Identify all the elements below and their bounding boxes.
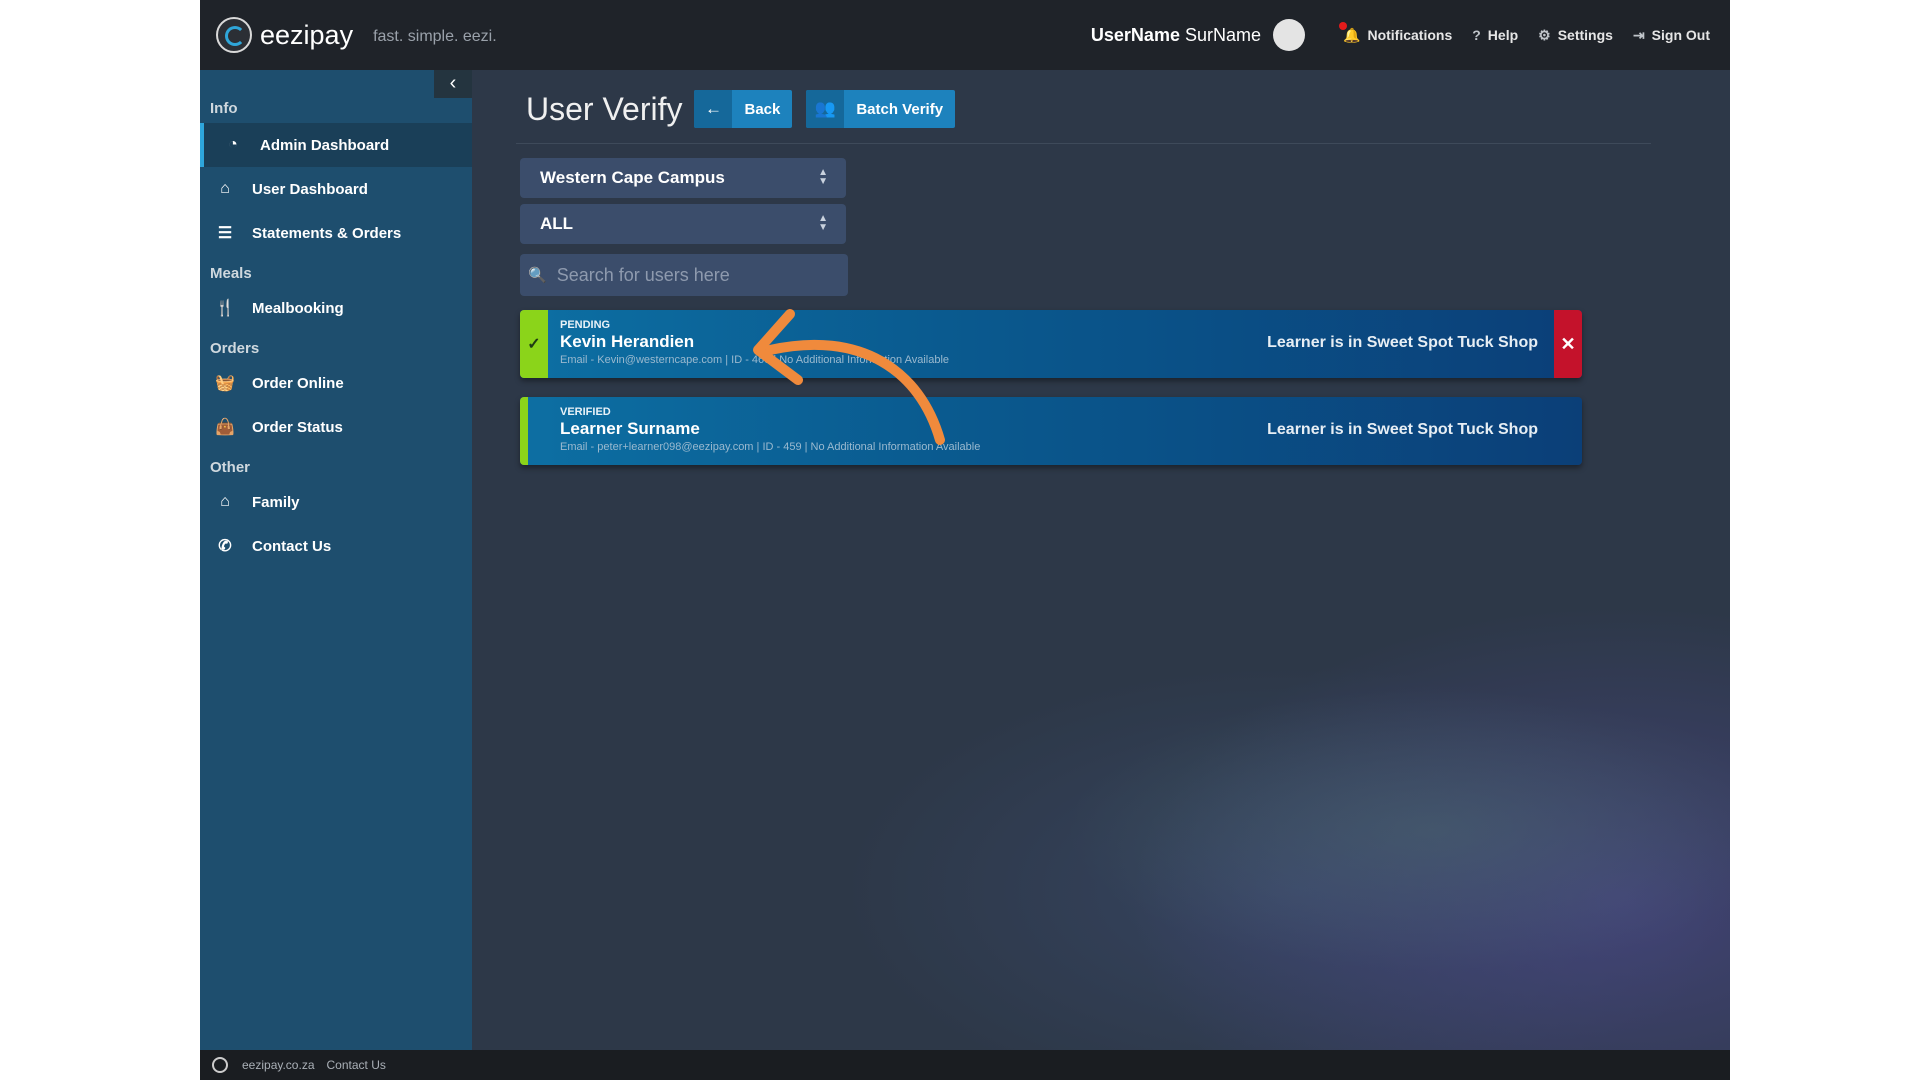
chevron-left-icon: ‹ [449, 72, 457, 94]
back-button[interactable]: ← Back [694, 90, 793, 128]
notifications-link[interactable]: 🔔 Notifications [1339, 21, 1453, 44]
batch-verify-label: Batch Verify [856, 100, 944, 118]
sign-out-label: Sign Out [1651, 27, 1710, 43]
top-bar-right: UserName SurName 🔔 Notifications ? Help … [1091, 0, 1710, 70]
notifications-label: Notifications [1367, 27, 1453, 43]
sidebar-item-label: Family [252, 493, 300, 511]
arrow-left-icon: ← [694, 90, 733, 128]
campus-select-value: Western Cape Campus [540, 168, 725, 187]
campus-select[interactable]: Western Cape Campus ▲ ▼ [520, 158, 846, 198]
user-card-verified[interactable]: VERIFIED Learner Surname Email - peter+l… [520, 397, 1582, 465]
sort-caret-icon: ▲ ▼ [818, 213, 828, 233]
close-icon: ✕ [1560, 333, 1576, 354]
sidebar-collapse-button[interactable]: ‹ [434, 70, 472, 98]
status-select-value: ALL [540, 214, 574, 233]
search-input[interactable] [554, 263, 829, 287]
sidebar-item-label: Statements & Orders [252, 224, 402, 242]
page-title: User Verify [526, 90, 683, 127]
user-card-pending[interactable]: ✓ PENDING Kevin Herandien Email - Kevin@… [520, 310, 1582, 378]
user-location: Learner is in Sweet Spot Tuck Shop [1267, 334, 1538, 351]
bell-icon: 🔔 [1339, 21, 1360, 44]
home-icon: ⌂ [220, 180, 230, 197]
sign-out-icon: ⇥ [1632, 26, 1645, 43]
search-icon: 🔍 [528, 267, 547, 284]
basket-icon: 🧺 [215, 375, 235, 392]
sidebar-item-statements-orders[interactable]: ☰ Statements & Orders [200, 211, 472, 255]
top-bar: eezipay fast. simple. eezi. UserName Sur… [200, 0, 1730, 70]
help-label: Help [1487, 27, 1519, 43]
user-name: Kevin Herandien [560, 332, 695, 351]
user-details: Email - peter+learner098@eezipay.com | I… [560, 441, 981, 453]
notification-dot [1339, 21, 1348, 30]
reject-button[interactable]: ✕ [1554, 310, 1582, 378]
dashboard-gauge-icon: ◔ [228, 136, 238, 153]
footer-logo-icon [212, 1057, 228, 1073]
sidebar-section-orders: Orders [210, 340, 260, 357]
brand-name: eezipay [260, 19, 354, 50]
checkmark-icon: ✓ [527, 336, 541, 353]
list-icon: ☰ [217, 225, 233, 242]
sidebar-item-family[interactable]: ⌂ Family [200, 480, 472, 524]
user-first-name: UserName [1090, 24, 1180, 45]
phone-icon: ✆ [218, 538, 232, 555]
main-content: User Verify ← Back 👥 Batch Verify Wester… [472, 70, 1730, 1050]
gear-icon: ⚙ [1538, 26, 1551, 43]
fork-knife-icon: 🍴 [215, 300, 235, 317]
user-name: Learner Surname [560, 419, 700, 438]
user-last-name: SurName [1184, 24, 1262, 45]
sidebar-item-user-dashboard[interactable]: ⌂ User Dashboard [200, 167, 472, 211]
settings-label: Settings [1557, 27, 1613, 43]
verified-strip [520, 397, 528, 465]
sidebar-item-label: Admin Dashboard [260, 136, 390, 154]
question-icon: ? [1472, 27, 1481, 43]
status-filter-select[interactable]: ALL ▲ ▼ [520, 204, 846, 244]
settings-link[interactable]: ⚙ Settings [1538, 27, 1613, 44]
help-link[interactable]: ? Help [1472, 27, 1518, 43]
sidebar-section-other: Other [210, 459, 251, 476]
footer-site-link[interactable]: eezipay.co.za [242, 1058, 315, 1072]
verify-check-button[interactable]: ✓ [520, 310, 548, 378]
sidebar-item-admin-dashboard[interactable]: ◔ Admin Dashboard [200, 123, 472, 167]
batch-verify-button[interactable]: 👥 Batch Verify [806, 90, 956, 128]
user-status-label: VERIFIED [560, 406, 611, 418]
sidebar-item-label: Order Online [252, 374, 344, 392]
sign-out-link[interactable]: ⇥ Sign Out [1633, 27, 1710, 44]
users-icon: 👥 [806, 90, 845, 128]
footer-contact-link[interactable]: Contact Us [327, 1058, 386, 1072]
sidebar-item-mealbooking[interactable]: 🍴 Mealbooking [200, 286, 472, 330]
brand-tagline: fast. simple. eezi. [373, 28, 497, 45]
back-button-label: Back [744, 100, 781, 118]
user-name[interactable]: UserName SurName [1091, 25, 1261, 46]
sidebar-item-label: Mealbooking [252, 299, 344, 317]
sidebar-item-contact-us[interactable]: ✆ Contact Us [200, 524, 472, 568]
sidebar-section-info: Info [210, 100, 238, 117]
user-status-label: PENDING [560, 319, 611, 331]
sidebar-item-order-online[interactable]: 🧺 Order Online [200, 361, 472, 405]
title-row: User Verify ← Back 👥 Batch Verify [526, 90, 969, 128]
sidebar-item-label: Order Status [252, 418, 343, 436]
family-home-icon: ⌂ [220, 493, 230, 510]
sidebar-item-label: Contact Us [252, 537, 332, 555]
sidebar-item-order-status[interactable]: 👜 Order Status [200, 405, 472, 449]
app-window: eezipay fast. simple. eezi. UserName Sur… [200, 0, 1730, 1080]
brand[interactable]: eezipay fast. simple. eezi. [216, 17, 497, 53]
sidebar-section-meals: Meals [210, 265, 252, 282]
user-search[interactable]: 🔍 [520, 254, 848, 296]
eezipay-logo-icon [216, 17, 252, 53]
shopping-bag-icon: 👜 [215, 419, 235, 436]
sort-caret-icon: ▲ ▼ [818, 167, 828, 187]
sidebar-item-label: User Dashboard [252, 180, 368, 198]
avatar[interactable] [1273, 19, 1306, 51]
user-location: Learner is in Sweet Spot Tuck Shop [1267, 421, 1538, 438]
sidebar: ‹ Info ◔ Admin Dashboard ⌂ User Dashboar… [200, 70, 472, 1050]
title-divider [516, 143, 1651, 144]
user-details: Email - Kevin@westerncape.com | ID - 460… [560, 354, 950, 366]
footer: eezipay.co.za Contact Us [200, 1050, 1730, 1080]
